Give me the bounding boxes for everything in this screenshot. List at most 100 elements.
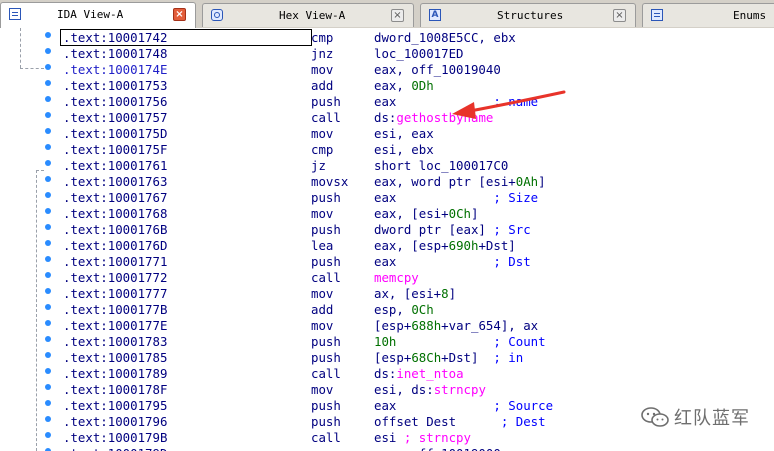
breakpoint-dot-icon[interactable]	[45, 256, 51, 262]
operand-comment: ; Count	[493, 334, 546, 349]
operand-name-ref[interactable]: ; strncpy	[404, 430, 471, 445]
line-operands: loc_100017ED	[374, 46, 464, 62]
breakpoint-dot-icon[interactable]	[45, 192, 51, 198]
line-address: .text:10001777	[63, 286, 168, 301]
breakpoint-dot-icon[interactable]	[45, 352, 51, 358]
line-mnemonic: call	[311, 366, 341, 381]
annotation-arrow	[452, 90, 566, 119]
breakpoint-dot-icon[interactable]	[45, 272, 51, 278]
line-mnemonic: add	[311, 302, 334, 317]
close-icon[interactable]: ×	[391, 9, 404, 22]
breakpoint-dot-icon[interactable]	[45, 288, 51, 294]
line-mnemonic: mov	[311, 62, 334, 77]
breakpoint-dot-icon[interactable]	[45, 368, 51, 374]
line-operands: dword_1008E5CC, ebx	[374, 30, 516, 46]
line-operands: esi, ebx	[374, 142, 434, 158]
operand-text: ds:	[374, 366, 397, 381]
line-operands: dword ptr [eax] ; Src	[374, 222, 531, 238]
breakpoint-dot-icon[interactable]	[45, 64, 51, 70]
operand-text: esi, eax	[374, 126, 434, 141]
tab-structures[interactable]: A Structures ×	[420, 3, 636, 27]
close-icon[interactable]: ×	[613, 9, 626, 22]
breakpoint-dot-icon[interactable]	[45, 80, 51, 86]
operand-text: eax, [esi+	[374, 206, 449, 221]
line-operands: ds:inet_ntoa	[374, 366, 464, 382]
operand-immediate: 0Ch	[448, 206, 471, 221]
line-mnemonic: call	[311, 110, 341, 125]
operand-text: eax	[374, 190, 494, 205]
breakpoint-dot-icon[interactable]	[45, 144, 51, 150]
tab-hex-view-a[interactable]: Hex View-A ×	[202, 3, 414, 27]
line-operands: eax, word ptr [esi+0Ah]	[374, 174, 546, 190]
breakpoint-dot-icon[interactable]	[45, 384, 51, 390]
disassembly-view[interactable]: .text:10001742 cmp dword_1008E5CC, ebx .tex…	[0, 28, 774, 451]
operand-immediate: 688h	[411, 318, 442, 333]
breakpoint-dot-icon[interactable]	[45, 400, 51, 406]
operand-name-ref[interactable]: strncpy	[434, 382, 486, 397]
line-address: .text:1000175F	[63, 142, 168, 157]
line-operands: esi, eax	[374, 126, 434, 142]
operand-text: [esp+	[374, 350, 412, 365]
operand-text: ]	[448, 286, 457, 301]
line-operands: ax, [esi+8]	[374, 286, 456, 302]
operand-immediate: 68Ch	[411, 350, 442, 365]
breakpoint-dot-icon[interactable]	[45, 320, 51, 326]
line-mnemonic: push	[311, 334, 341, 349]
breakpoint-dot-icon[interactable]	[45, 48, 51, 54]
breakpoint-dot-icon[interactable]	[45, 416, 51, 422]
operand-immediate: 0Ah	[515, 174, 539, 189]
structures-icon: A	[429, 9, 441, 21]
line-address: .text:10001763	[63, 174, 168, 189]
operand-text: offset Dest	[374, 414, 501, 429]
close-icon[interactable]: ×	[173, 8, 186, 21]
line-mnemonic: push	[311, 398, 341, 413]
line-mnemonic: mov	[311, 382, 334, 397]
hex-view-icon	[211, 9, 223, 21]
breakpoint-dot-icon[interactable]	[45, 224, 51, 230]
tab-ida-view-a[interactable]: IDA View-A ×	[0, 2, 196, 28]
operand-comment: ; Dst	[493, 254, 531, 269]
breakpoint-dot-icon[interactable]	[45, 176, 51, 182]
breakpoint-dot-icon[interactable]	[45, 304, 51, 310]
operand-text: +Dst]	[441, 350, 494, 365]
breakpoint-dot-icon[interactable]	[45, 32, 51, 38]
line-mnemonic: jz	[311, 158, 326, 173]
breakpoint-dot-icon[interactable]	[45, 96, 51, 102]
operand-comment: ; Size	[493, 190, 539, 205]
operand-comment: ; Dest	[500, 414, 546, 429]
operand-text: eax, [esp+	[374, 238, 449, 253]
operand-text: loc_100017ED	[374, 46, 464, 61]
operand-text: eax, off_10019000	[374, 446, 501, 451]
breakpoint-dot-icon[interactable]	[45, 112, 51, 118]
line-mnemonic: call	[311, 430, 341, 445]
line-address: .text:10001772	[63, 270, 168, 285]
wechat-icon	[641, 407, 669, 427]
line-mnemonic: cmp	[311, 142, 334, 157]
line-operands: eax, 0Dh	[374, 78, 434, 94]
breakpoint-dot-icon[interactable]	[45, 432, 51, 438]
line-mnemonic: mov	[311, 126, 334, 141]
breakpoint-dot-icon[interactable]	[45, 208, 51, 214]
tab-enums[interactable]: Enums	[642, 3, 774, 27]
line-operands: [esp+68Ch+Dst] ; in	[374, 350, 523, 366]
tab-label: Enums	[733, 9, 767, 22]
operand-text: +Dst]	[478, 238, 516, 253]
line-operands: eax, off_10019000	[374, 446, 501, 451]
line-operands: memcpy	[374, 270, 419, 286]
line-address: .text:10001753	[63, 78, 168, 93]
line-operands: esi ; strncpy	[374, 430, 471, 446]
operand-name-ref[interactable]: inet_ntoa	[396, 366, 463, 381]
line-mnemonic: add	[311, 78, 334, 93]
line-address: .text:10001771	[63, 254, 168, 269]
line-mnemonic: mov	[311, 318, 334, 333]
breakpoint-dot-icon[interactable]	[45, 160, 51, 166]
breakpoint-dot-icon[interactable]	[45, 336, 51, 342]
line-mnemonic: push	[311, 94, 341, 109]
line-operands: offset Dest ; Dest	[374, 414, 546, 430]
operand-text: esi, ebx	[374, 142, 434, 157]
line-address: .text:1000177E	[63, 318, 168, 333]
operand-text	[396, 334, 493, 349]
breakpoint-dot-icon[interactable]	[45, 240, 51, 246]
operand-name-ref[interactable]: memcpy	[374, 270, 419, 285]
breakpoint-dot-icon[interactable]	[45, 128, 51, 134]
